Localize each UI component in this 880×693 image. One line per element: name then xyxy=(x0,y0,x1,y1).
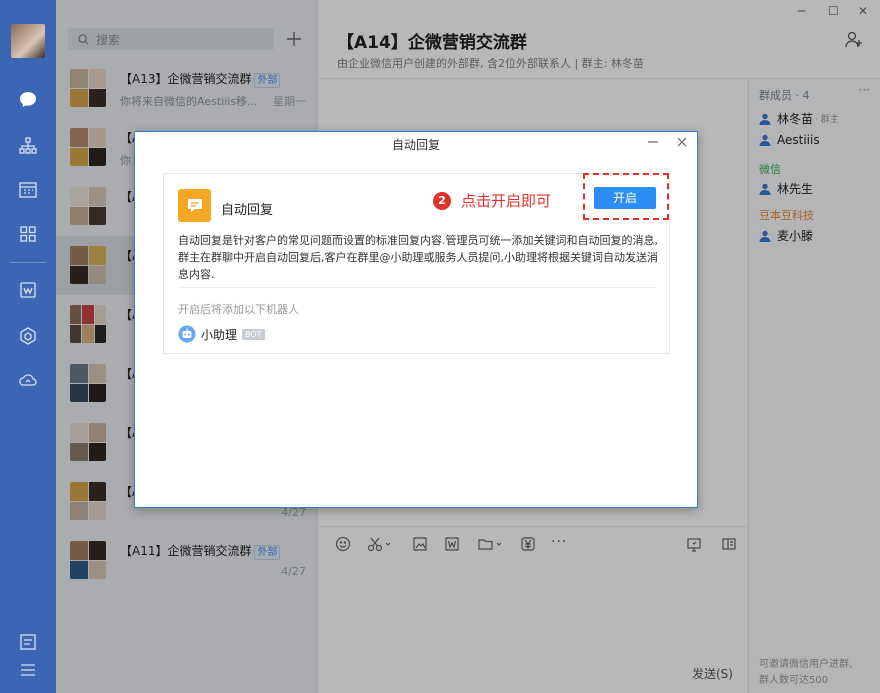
bot-name: 小助理 xyxy=(201,327,238,342)
step-instruction: 点击开启即可 xyxy=(461,192,552,210)
dialog-title: 自动回复 xyxy=(391,138,440,152)
app-name: 自动回复 xyxy=(221,203,274,218)
bot-item: 小助理 BOT xyxy=(178,325,265,343)
cube-icon[interactable] xyxy=(0,318,56,354)
dialog-close-button[interactable] xyxy=(676,136,688,151)
minimize-icon xyxy=(648,141,658,143)
card-divider xyxy=(178,287,656,288)
auto-reply-app-icon xyxy=(178,189,211,222)
step-annotation: 2 点击开启即可 xyxy=(433,190,551,211)
auto-reply-dialog: 自动回复 自动回复 自动回复是针对客户的常见问题而设置的标准回复内容.管理员可统… xyxy=(134,131,698,508)
rail-divider xyxy=(10,262,46,263)
dialog-minimize-button[interactable] xyxy=(647,136,659,151)
org-icon[interactable] xyxy=(0,128,56,164)
calendar-icon[interactable] xyxy=(0,172,56,208)
app-description: 自动回复是针对客户的常见问题而设置的标准回复内容.管理员可统一添加关键词和自动回… xyxy=(178,234,658,281)
chat-icon[interactable] xyxy=(0,82,56,118)
menu-icon[interactable] xyxy=(0,652,56,688)
enable-button[interactable]: 开启 xyxy=(594,187,656,209)
robot-icon xyxy=(178,325,196,343)
user-avatar[interactable] xyxy=(11,24,45,58)
step-number-badge: 2 xyxy=(433,191,451,210)
close-icon xyxy=(677,137,687,147)
bot-hint: 开启后将添加以下机器人 xyxy=(178,303,299,316)
left-nav-rail xyxy=(0,0,56,693)
doc-icon[interactable] xyxy=(0,272,56,308)
cloud-icon[interactable] xyxy=(0,362,56,398)
bot-badge: BOT xyxy=(242,328,265,340)
apps-icon[interactable] xyxy=(0,216,56,252)
